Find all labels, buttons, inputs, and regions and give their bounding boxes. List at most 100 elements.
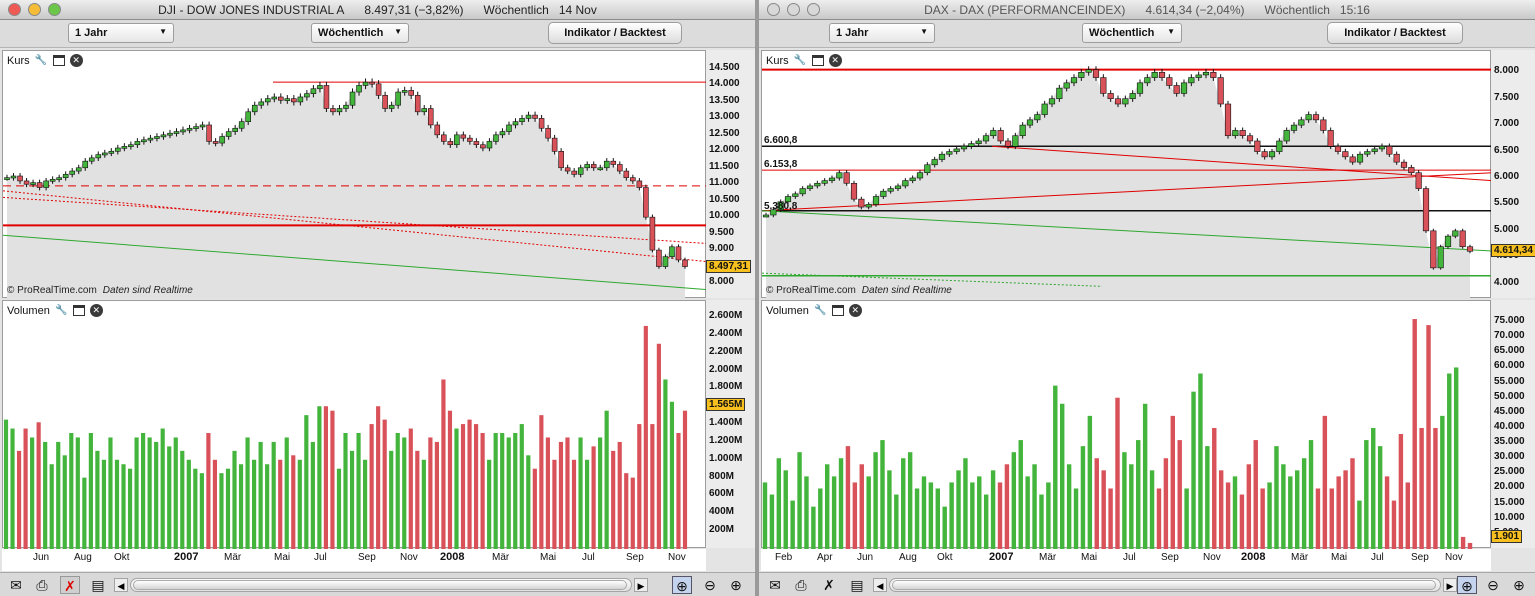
volume-bar — [1018, 440, 1023, 549]
volume-bar — [10, 428, 15, 549]
candle — [931, 159, 938, 166]
price-pane[interactable]: Kurs 🔧 ✕ © ProRealTime.com Daten sind Rea… — [2, 50, 707, 299]
volume-bar — [650, 424, 655, 549]
window-icon[interactable] — [52, 55, 65, 66]
volume-y-axis: 75.000 70.000 65.000 60.000 55.000 50.000 45.0… — [1491, 300, 1535, 548]
close-icon[interactable]: ✕ — [69, 54, 83, 67]
zoom-out-icon[interactable]: ⊖ — [700, 576, 720, 594]
printer-icon[interactable]: ⎙ — [791, 576, 811, 594]
volume-pane[interactable]: Volumen 🔧 ✕ — [761, 300, 1491, 549]
scroll-right-icon[interactable]: ▶ — [634, 578, 648, 592]
candle — [924, 164, 931, 174]
candle — [623, 170, 630, 178]
scroll-right-icon[interactable]: ▶ — [1443, 578, 1457, 592]
envelope-icon[interactable]: ✉ — [765, 576, 785, 594]
candle — [836, 172, 843, 179]
close-icon[interactable]: ✕ — [89, 304, 103, 317]
candle — [617, 164, 623, 172]
candle — [938, 153, 946, 160]
indicator-backtest-button[interactable]: Indikator / Backtest — [1327, 22, 1463, 44]
time-scrollbar[interactable] — [889, 578, 1441, 592]
candle — [512, 121, 519, 126]
range-dropdown[interactable]: 1 Jahr ▼ — [829, 23, 935, 43]
candle — [1114, 98, 1122, 105]
candle — [88, 157, 95, 162]
y-tick-label: 4.000 — [1494, 276, 1520, 288]
candle — [1393, 153, 1400, 163]
y-tick-label: 2.000M — [709, 363, 743, 375]
zoom-fit-icon[interactable]: ⊕ — [672, 576, 692, 594]
volume-bar — [3, 419, 9, 549]
candle — [154, 136, 160, 139]
candle — [551, 137, 558, 152]
volume-bar — [1218, 470, 1224, 549]
volume-bar — [154, 441, 159, 549]
notes-icon[interactable]: ▤ — [88, 576, 108, 594]
interval-dropdown[interactable]: Wöchentlich ▼ — [311, 23, 409, 43]
volume-bar — [1108, 488, 1113, 549]
window-icon[interactable] — [72, 305, 85, 316]
volume-bar — [1426, 325, 1431, 549]
candle — [1107, 93, 1114, 100]
volume-bar — [434, 441, 439, 549]
volume-bar — [1433, 427, 1438, 549]
interval-dropdown[interactable]: Wöchentlich ▼ — [1082, 23, 1182, 43]
candle — [1144, 77, 1151, 84]
volume-bar — [1059, 403, 1065, 549]
scroll-left-icon[interactable]: ◀ — [114, 578, 128, 592]
close-icon[interactable]: ✕ — [848, 304, 862, 317]
volume-bar — [304, 415, 309, 549]
volume-bar — [637, 424, 642, 549]
scroll-thumb[interactable] — [133, 580, 627, 590]
current-volume-flag: 1.901 — [1491, 530, 1523, 543]
zoom-in-icon[interactable]: ⊕ — [1509, 576, 1529, 594]
volume-bar — [1094, 458, 1099, 549]
printer-icon[interactable]: ⎙ — [32, 576, 52, 594]
candle — [643, 187, 649, 218]
candle — [102, 152, 108, 156]
wrench-icon[interactable]: 🔧 — [35, 54, 48, 67]
time-scrollbar[interactable] — [130, 578, 632, 592]
title-price: 4.614,34 (−2,04%) — [1145, 3, 1245, 17]
close-icon[interactable]: ✕ — [828, 54, 842, 67]
zoom-out-icon[interactable]: ⊖ — [1483, 576, 1503, 594]
x-tick-label: Mär — [1291, 552, 1309, 563]
window-titlebar[interactable]: DAX - DAX (PERFORMANCEINDEX) 4.614,34 (−2… — [759, 0, 1535, 20]
window-icon[interactable] — [831, 305, 844, 316]
candle — [894, 185, 902, 189]
wrench-icon[interactable]: 🔧 — [55, 304, 68, 317]
wrench-icon[interactable]: 🔧 — [814, 304, 827, 317]
candle — [571, 170, 577, 175]
candle — [499, 131, 506, 136]
candle — [251, 104, 258, 113]
volume-bar — [1080, 446, 1086, 549]
window-titlebar[interactable]: DJI - DOW JONES INDUSTRIAL A 8.497,31 (−3… — [0, 0, 755, 20]
price-pane[interactable]: Kurs 🔧 ✕ © ProRealTime.com Daten sind Rea… — [761, 50, 1492, 299]
candle — [362, 81, 369, 86]
volume-bar — [141, 433, 146, 549]
tool-icon[interactable]: ✗ — [819, 576, 839, 594]
envelope-icon[interactable]: ✉ — [6, 576, 26, 594]
scroll-thumb[interactable] — [892, 580, 1436, 590]
window-icon[interactable] — [811, 55, 824, 66]
candle — [43, 180, 49, 188]
volume-bar — [1066, 464, 1072, 549]
zoom-in-icon[interactable]: ⊕ — [726, 576, 746, 594]
range-dropdown[interactable]: 1 Jahr ▼ — [68, 23, 174, 43]
y-tick-label: 50.000 — [1494, 390, 1525, 402]
volume-chart — [762, 319, 1473, 549]
volume-bar — [1377, 446, 1383, 549]
zoom-fit-icon[interactable]: ⊕ — [1457, 576, 1477, 594]
candle — [323, 85, 330, 109]
volume-bar — [1101, 470, 1106, 549]
x-tick-label: Jul — [1123, 552, 1136, 563]
volume-y-axis: 2.600M2.400M2.200M2.000M1.800M1.600M1.40… — [706, 300, 755, 548]
volume-bar — [1336, 476, 1341, 549]
scroll-left-icon[interactable]: ◀ — [873, 578, 887, 592]
notes-icon[interactable]: ▤ — [847, 576, 867, 594]
indicator-backtest-button[interactable]: Indikator / Backtest — [548, 22, 682, 44]
wrench-icon[interactable]: 🔧 — [794, 54, 807, 67]
volume-pane[interactable]: Volumen 🔧 ✕ — [2, 300, 706, 549]
disabled-tool-icon[interactable]: ✗ — [60, 576, 80, 594]
volume-bar — [121, 464, 126, 549]
